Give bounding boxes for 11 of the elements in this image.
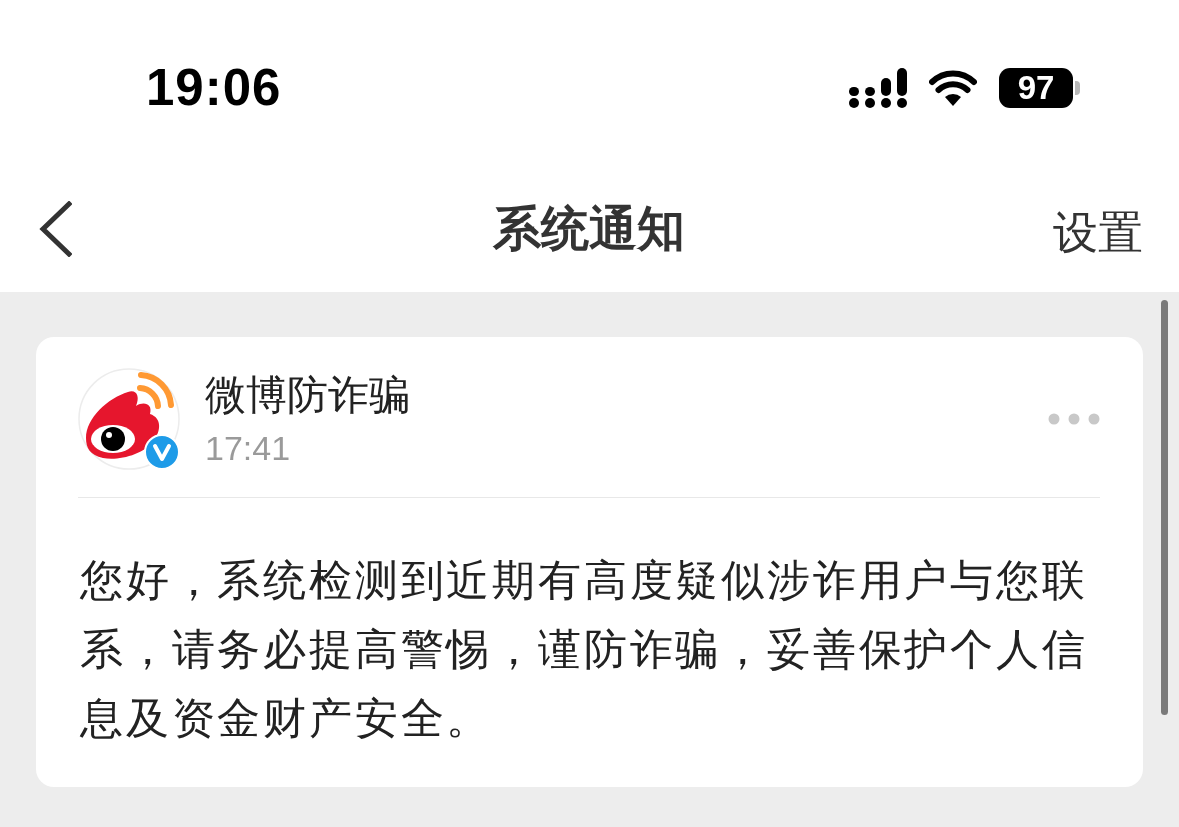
- status-time: 19:06: [146, 62, 282, 113]
- message-time: 17:41: [205, 428, 292, 468]
- back-icon: [38, 200, 72, 257]
- page-title: 系统通知: [491, 199, 686, 258]
- message-text: 您好，系统检测到近期有高度疑似涉诈用户与您联系，请务必提高警惕，谨防诈骗，妥善保护个人信息及资金财产安全。: [80, 554, 1089, 745]
- sender-name: 微博防诈骗: [205, 370, 411, 421]
- signal-icon: [849, 67, 907, 108]
- more-icon: [1048, 413, 1100, 425]
- settings-button[interactable]: 设置: [1053, 205, 1143, 260]
- wifi-icon: [929, 69, 977, 106]
- battery-indicator: 97: [999, 67, 1080, 108]
